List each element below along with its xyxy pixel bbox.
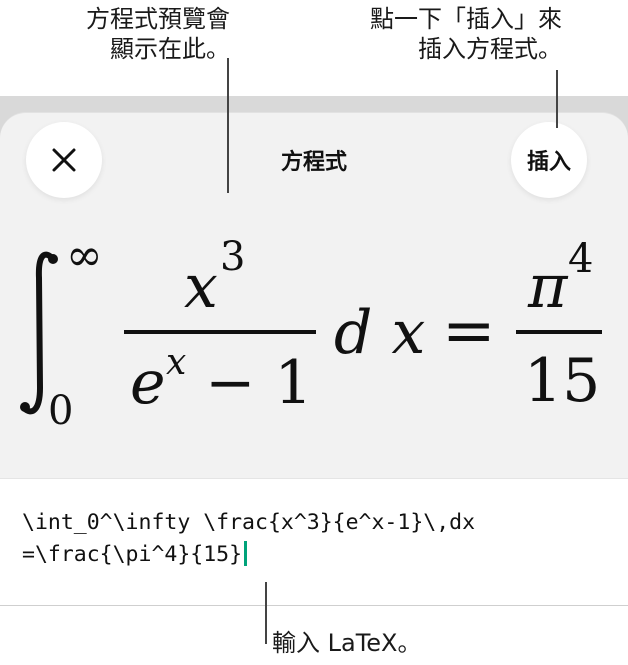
insert-callout-line (556, 70, 558, 128)
numerator-exponent: 3 (220, 234, 246, 280)
preview-callout-text: 方程式預覽會 顯示在此。 (86, 5, 230, 63)
latex-callout: 輸入 LaTeX。 (272, 628, 492, 658)
latex-source: \int_0^\infty \frac{x^3}{e^x-1}\,dx =\fr… (22, 510, 476, 567)
latex-callout-text: 輸入 LaTeX。 (272, 629, 422, 657)
latex-callout-line (265, 582, 267, 644)
close-button[interactable] (26, 122, 102, 198)
rhs-denominator: 15 (524, 346, 601, 416)
equals-sign: = (442, 294, 496, 368)
denominator-base: e (130, 348, 166, 418)
preview-callout: 方程式預覽會 顯示在此。 (50, 4, 230, 64)
integral-lower-limit: 0 (48, 388, 74, 434)
rhs-numerator-exponent: 4 (568, 236, 594, 282)
rhs-fraction-bar (516, 330, 602, 334)
denominator-exponent: x (166, 342, 187, 383)
fraction-bar (124, 330, 316, 334)
rhs-numerator-base: π (528, 252, 568, 322)
numerator-base: x (184, 252, 218, 322)
insert-button[interactable]: 插入 (511, 122, 587, 198)
insert-callout: 點一下「插入」來 插入方程式。 (300, 4, 562, 64)
equation-preview: ∞ 0 x 3 e x − 1 d x = π 4 15 (0, 200, 628, 478)
differential: d x (334, 298, 426, 368)
insert-button-label: 插入 (526, 150, 571, 175)
denominator-rest: − 1 (186, 348, 313, 418)
text-cursor (244, 541, 248, 566)
sheet-title: 方程式 (280, 150, 347, 175)
insert-callout-text: 點一下「插入」來 插入方程式。 (370, 5, 562, 63)
latex-input-text[interactable]: \int_0^\infty \frac{x^3}{e^x-1}\,dx =\fr… (22, 507, 612, 571)
integral-upper-limit: ∞ (66, 230, 103, 281)
preview-callout-line (227, 58, 229, 193)
latex-input-field[interactable]: \int_0^\infty \frac{x^3}{e^x-1}\,dx =\fr… (0, 478, 628, 606)
close-icon (52, 148, 76, 172)
